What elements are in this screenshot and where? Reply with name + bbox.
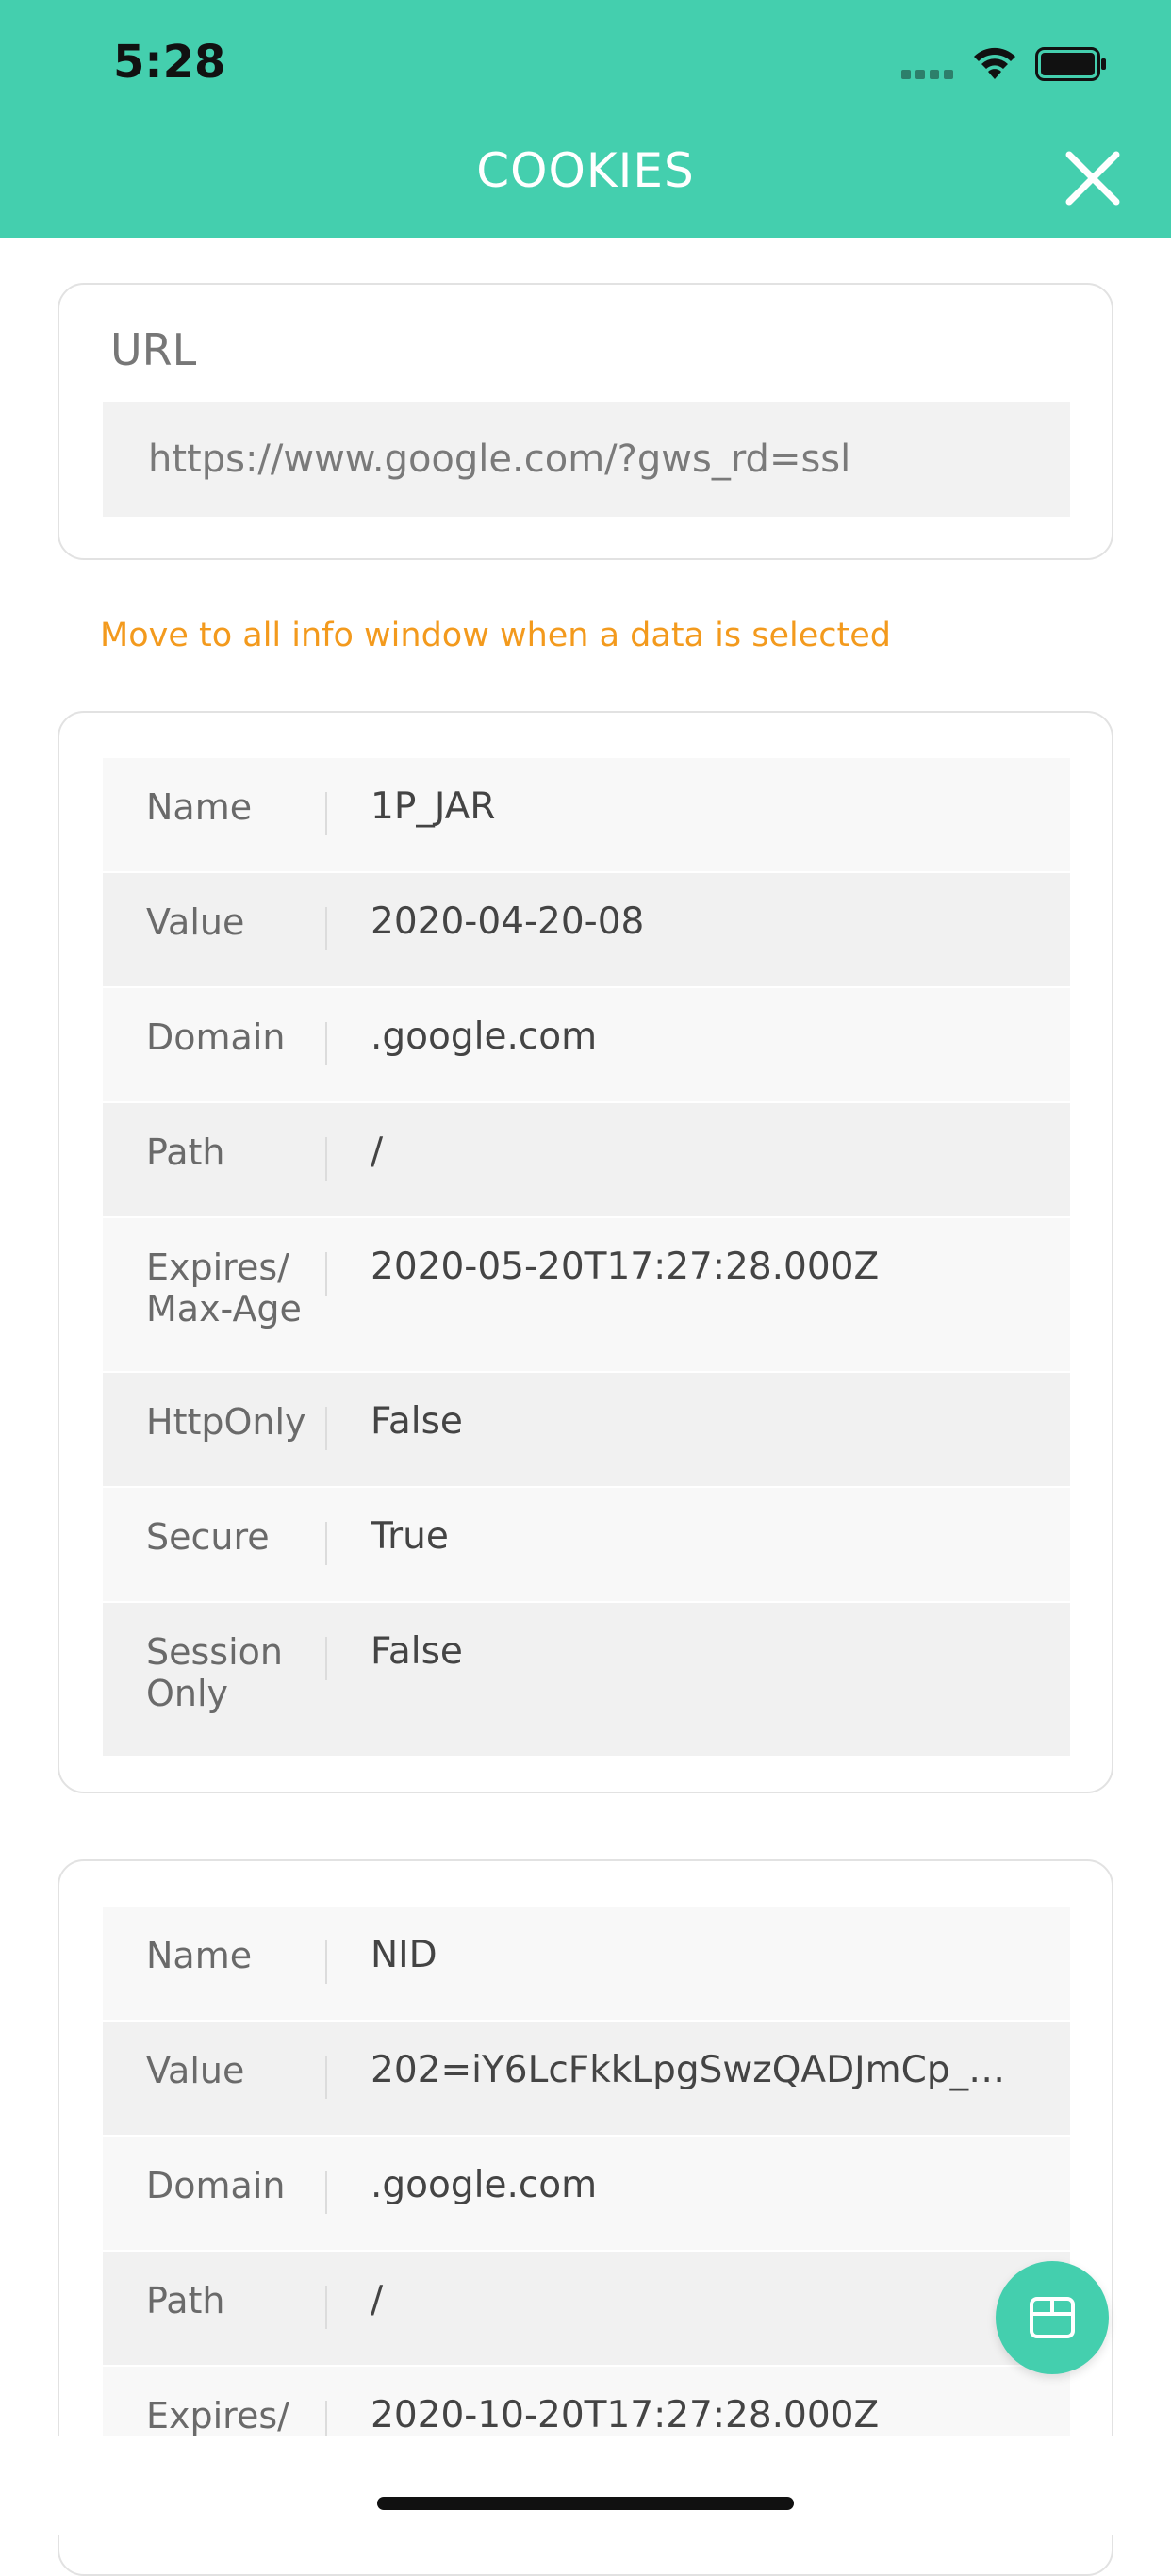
row-divider [325,1137,327,1181]
row-key: HttpOnly [146,1401,306,1443]
cookie-row-expires: Expires/ Max-Age 2020-05-20T17:27:28.000… [103,1218,1070,1373]
row-value: 1P_JAR [371,786,496,828]
row-divider [325,792,327,835]
row-key: Expires/ [146,2395,289,2436]
row-value: 2020-04-20-08 [371,901,645,943]
close-icon[interactable] [1062,147,1124,209]
cookie-table: Name NID Value 202=iY6LcFkkLpgSwzQADJmCp… [103,1907,1070,2521]
row-divider [325,2056,327,2099]
cookie-row-name: Name 1P_JAR [103,758,1070,873]
row-key: Secure [146,1516,270,1558]
cellular-signal-icon [901,70,953,79]
row-value: False [371,1401,463,1443]
row-value: False [371,1631,463,1673]
battery-icon [1035,47,1106,81]
row-divider [325,1022,327,1065]
row-key: Session Only [146,1631,283,1714]
row-key: Value [146,2050,245,2091]
row-key: Domain [146,2165,286,2206]
cookie-row-path: Path / [103,2252,1070,2367]
status-time: 5:28 [113,36,226,89]
row-divider [325,2171,327,2214]
box-icon [1030,2297,1075,2338]
cookie-row-secure: Secure True [103,1488,1070,1603]
row-divider [325,1637,327,1680]
row-value: True [371,1516,449,1558]
cookie-row-domain: Domain .google.com [103,2137,1070,2252]
row-value: 202=iY6LcFkkLpgSwzQADJmCp_… [371,2050,1006,2091]
cookie-row-domain: Domain .google.com [103,988,1070,1103]
cookie-row-value: Value 2020-04-20-08 [103,873,1070,988]
row-key: Path [146,2280,225,2321]
cookie-row-httponly: HttpOnly False [103,1373,1070,1488]
selection-notice: Move to all info window when a data is s… [100,617,891,654]
wifi-icon [974,47,1015,79]
cookie-row-path: Path / [103,1103,1070,1218]
row-value: 2020-10-20T17:27:28.000Z [371,2395,880,2436]
cookie-row-value: Value 202=iY6LcFkkLpgSwzQADJmCp_… [103,2022,1070,2137]
home-area [0,2436,1171,2535]
cookie-row-session-only: Session Only False [103,1603,1070,1758]
row-divider [325,907,327,950]
cookie-card[interactable]: Name 1P_JAR Value 2020-04-20-08 Domain .… [58,711,1113,1793]
row-key: Domain [146,1016,286,1058]
page-title: COOKIES [476,143,695,198]
url-field[interactable]: https://www.google.com/?gws_rd=ssl [103,402,1070,517]
row-value: 2020-05-20T17:27:28.000Z [371,1247,880,1288]
row-divider [325,2286,327,2329]
row-value: .google.com [371,2165,598,2206]
row-value: / [371,2280,384,2321]
row-divider [325,1407,327,1450]
home-indicator[interactable] [377,2497,794,2510]
row-key: Name [146,1935,253,1976]
header-bar: 5:28 COOKIES [0,0,1171,238]
row-divider [325,1252,327,1296]
row-value: / [371,1131,384,1173]
cookie-row-name: Name NID [103,1907,1070,2022]
row-key: Expires/ Max-Age [146,1247,302,1329]
url-label: URL [110,324,197,375]
url-card: URL https://www.google.com/?gws_rd=ssl [58,283,1113,560]
row-divider [325,1522,327,1565]
row-divider [325,1940,327,1984]
row-key: Path [146,1131,225,1173]
row-key: Name [146,786,253,828]
row-value: .google.com [371,1016,598,1058]
row-value: NID [371,1935,437,1976]
row-key: Value [146,901,245,943]
cookie-table: Name 1P_JAR Value 2020-04-20-08 Domain .… [103,758,1070,1758]
box-action-button[interactable] [996,2261,1109,2374]
